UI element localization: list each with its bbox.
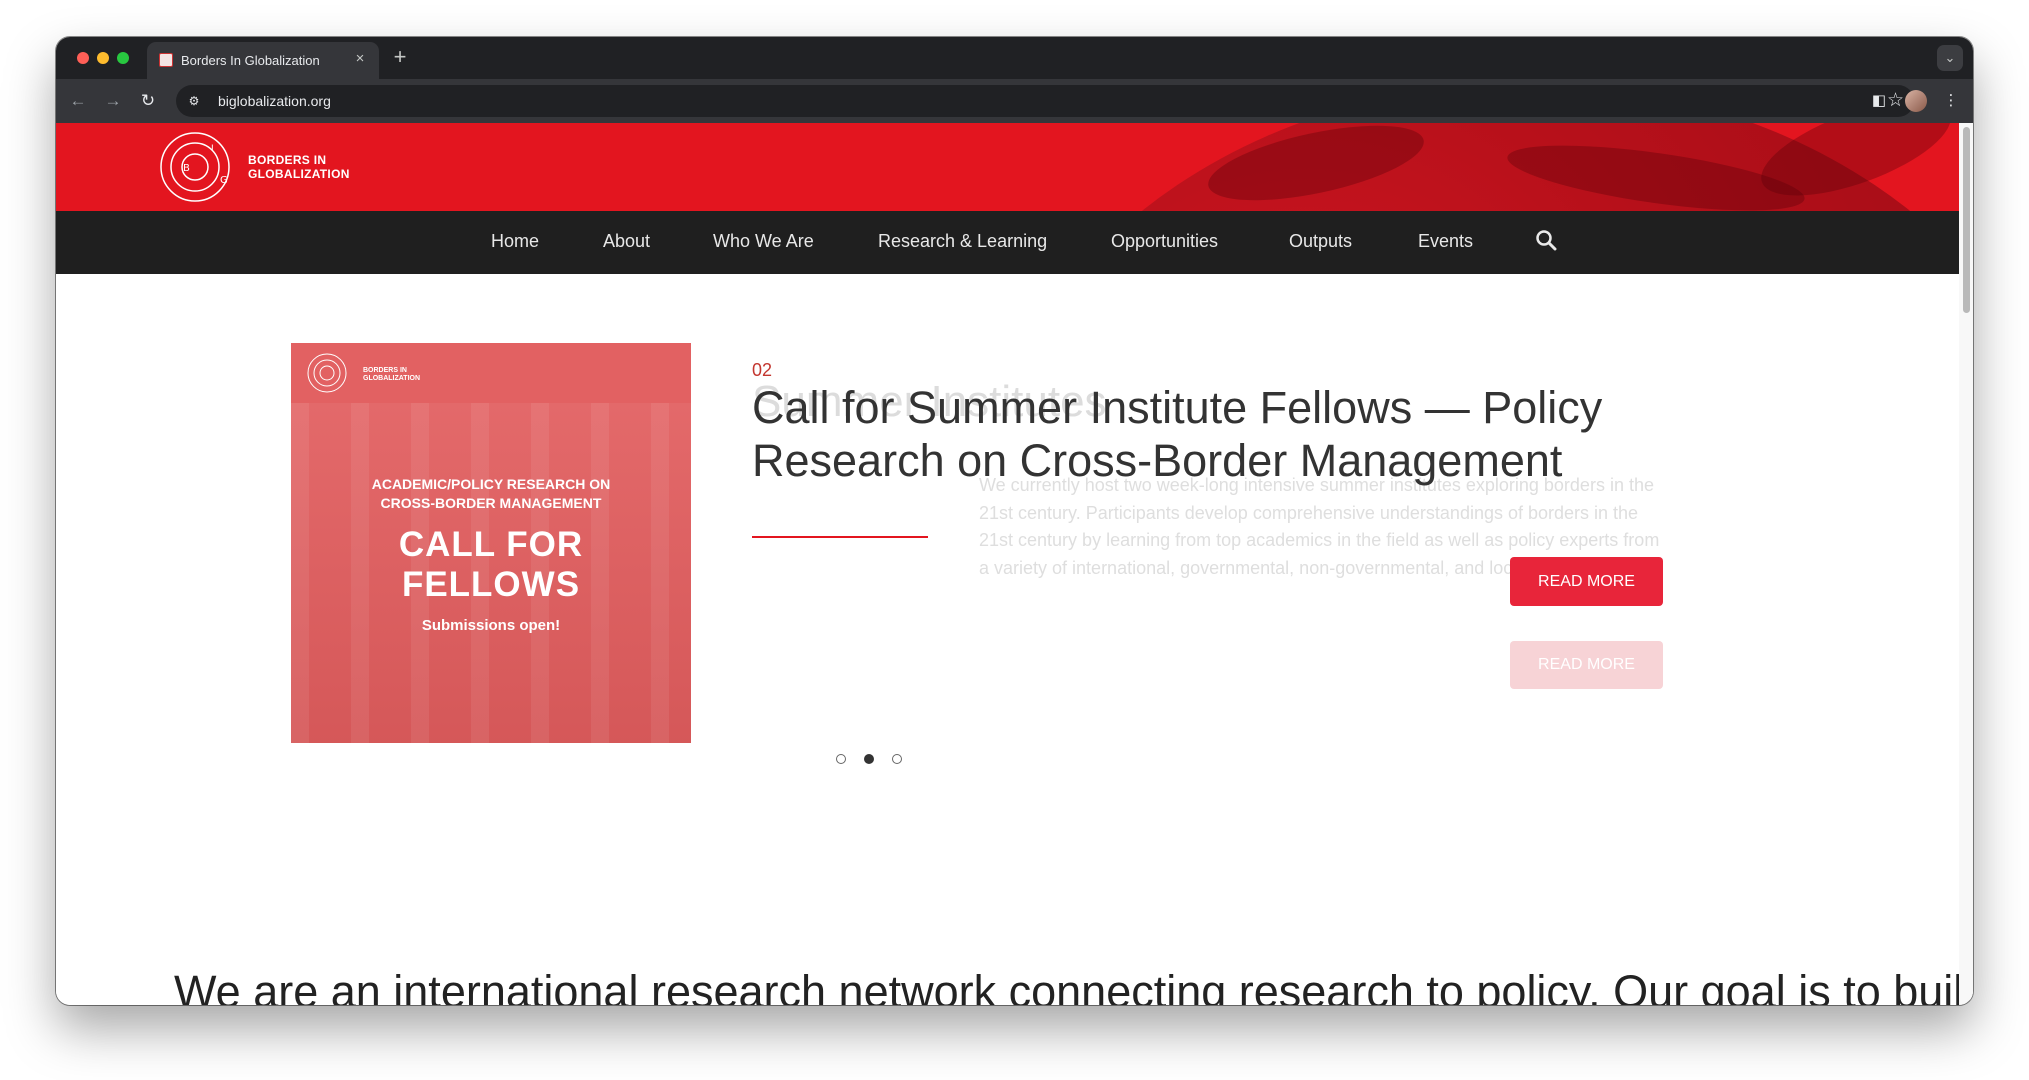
nav-about[interactable]: About: [603, 231, 650, 252]
nav-outputs[interactable]: Outputs: [1289, 231, 1352, 252]
scrollbar-thumb[interactable]: [1963, 127, 1970, 313]
slider-dot-2[interactable]: [864, 754, 874, 764]
slide-number: 02: [752, 360, 773, 380]
slider-dot-1[interactable]: [836, 754, 846, 764]
tab-close-icon[interactable]: ×: [351, 50, 369, 68]
slide-tagline: Submissions open!: [421, 617, 561, 634]
tab-strip: Borders In Globalization × + ⌄: [56, 37, 1973, 79]
reload-icon[interactable]: ↻: [136, 89, 160, 113]
page-scrollbar[interactable]: [1959, 123, 1973, 1005]
side-panel-icon[interactable]: ◧: [1867, 89, 1891, 113]
slider-dot-3[interactable]: [892, 754, 902, 764]
slide-headline-line1: CALL FOR: [398, 525, 584, 564]
logo-letter: B: [183, 163, 190, 174]
logo-letter: I: [211, 144, 214, 154]
slide-subtitle: ACADEMIC/POLICY RESEARCH ON CROSS-BORDER…: [291, 475, 691, 513]
logo-text-line1: BORDERS IN: [248, 153, 327, 167]
back-icon[interactable]: ←: [66, 89, 90, 113]
slide-subtitle-line2: CROSS-BORDER MANAGEMENT: [380, 495, 602, 511]
slide-headline: CALL FOR FELLOWS: [291, 525, 691, 605]
search-icon[interactable]: [1535, 229, 1557, 251]
nav-who-we-are[interactable]: Who We Are: [713, 231, 814, 252]
favicon-icon: [159, 53, 173, 67]
nav-events[interactable]: Events: [1418, 231, 1473, 252]
address-bar[interactable]: ⚙ biglobalization.org ☆: [176, 85, 1914, 117]
ghost-read-more-button[interactable]: READ MORE: [1510, 641, 1663, 689]
maximize-window-button[interactable]: [117, 52, 129, 64]
read-more-button[interactable]: READ MORE: [1510, 557, 1663, 606]
slide-divider: [752, 536, 928, 538]
nav-research-learning[interactable]: Research & Learning: [878, 231, 1047, 252]
logo-letter: G: [220, 175, 228, 186]
logo-text-line2: GLOBALIZATION: [248, 167, 350, 181]
tab-search-icon[interactable]: ⌄: [1937, 45, 1963, 71]
slide-logo-text-line2: GLOBALIZATION: [363, 375, 421, 382]
browser-tab[interactable]: Borders In Globalization ×: [147, 42, 379, 79]
browser-window: Borders In Globalization × + ⌄ ← → ↻ ⚙ b…: [56, 37, 1973, 1005]
main-nav: Home About Who We Are Research & Learnin…: [56, 211, 1959, 274]
site-info-icon[interactable]: ⚙: [184, 91, 204, 111]
nav-opportunities[interactable]: Opportunities: [1111, 231, 1218, 252]
page-viewport: B I G BORDERS IN GLOBALIZATION Home Abou…: [56, 123, 1973, 1005]
slide-logo-text: BORDERS IN GLOBALIZATION: [363, 367, 420, 383]
close-window-button[interactable]: [77, 52, 89, 64]
mission-statement: We are an international research network…: [174, 966, 1973, 1005]
browser-toolbar: ← → ↻ ⚙ biglobalization.org ☆ ◧ ⋮: [56, 79, 1973, 123]
big-logo-icon[interactable]: B I G: [159, 131, 231, 203]
new-tab-button[interactable]: +: [389, 46, 411, 69]
forward-icon[interactable]: →: [101, 89, 125, 113]
kebab-menu-icon[interactable]: ⋮: [1939, 89, 1963, 113]
site-header: B I G BORDERS IN GLOBALIZATION: [56, 123, 1959, 211]
nav-home[interactable]: Home: [491, 231, 539, 252]
tab-title: Borders In Globalization: [181, 53, 320, 68]
minimize-window-button[interactable]: [97, 52, 109, 64]
slide-subtitle-line1: ACADEMIC/POLICY RESEARCH ON: [371, 476, 611, 492]
url-text[interactable]: biglobalization.org: [218, 93, 331, 109]
slide-logo-icon: [307, 353, 347, 393]
logo-wordmark[interactable]: BORDERS IN GLOBALIZATION: [248, 153, 350, 181]
slide-logo-text-line1: BORDERS IN: [363, 367, 407, 374]
slide-title[interactable]: Call for Summer Institute Fellows — Poli…: [752, 381, 1652, 487]
slide-headline-line2: FELLOWS: [401, 565, 581, 604]
slide-image[interactable]: BORDERS IN GLOBALIZATION ACADEMIC/POLICY…: [291, 343, 691, 743]
profile-avatar[interactable]: [1905, 90, 1927, 112]
